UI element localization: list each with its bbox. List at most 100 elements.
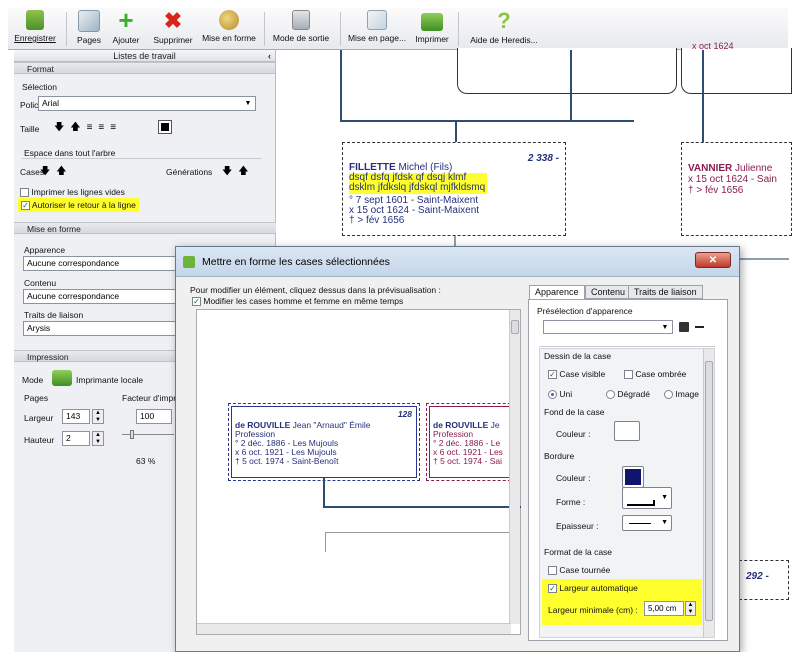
preset-select[interactable]: ▼ (543, 320, 673, 334)
fill-gradient-radio[interactable] (606, 390, 615, 400)
preview-vertical-scrollbar[interactable] (509, 310, 520, 624)
fill-solid-radio[interactable] (548, 390, 557, 400)
align-center-icon[interactable]: ≡ (98, 122, 110, 133)
format-section-header[interactable]: Format (14, 62, 275, 74)
preview-card-female[interactable]: de ROUVILLE Je Profession ° 2 déc. 1886 … (426, 403, 516, 481)
close-button[interactable]: ✕ (695, 252, 731, 268)
thickness-label: Epaisseur : (556, 521, 599, 531)
link-line (570, 50, 572, 120)
person-card[interactable]: 292 - (739, 560, 789, 600)
save-preset-icon[interactable] (679, 322, 689, 332)
format-button[interactable]: Mise en forme (200, 10, 258, 43)
wrap-lines-option[interactable]: ✓ Autoriser le retour à la ligne (18, 198, 139, 213)
fill-image-option[interactable]: Image (664, 389, 699, 400)
increase-size-icon[interactable]: 🡅 (70, 122, 86, 133)
width-stepper[interactable]: ▲ ▼ (92, 409, 104, 424)
shadow-box-checkbox[interactable] (624, 370, 633, 380)
page-setup-icon (367, 10, 387, 30)
rotated-box-option[interactable]: Case tournée (548, 565, 610, 576)
preview-area[interactable]: 128 de ROUVILLE Jean "Arnaud" Émile Prof… (196, 309, 521, 635)
visible-box-checkbox[interactable]: ✓ (548, 370, 557, 380)
increase-generations-icon[interactable]: 🡅 (238, 166, 254, 177)
print-empty-lines-checkbox[interactable] (20, 188, 29, 198)
print-mode-value[interactable]: Imprimante locale (76, 375, 143, 385)
height-input[interactable]: 2 (62, 431, 90, 446)
pages-button[interactable]: Pages (74, 10, 104, 45)
wrap-lines-checkbox[interactable]: ✓ (21, 201, 30, 211)
rotated-box-checkbox[interactable] (548, 566, 557, 576)
background-color-button[interactable] (614, 421, 640, 441)
tab-appearance[interactable]: Apparence (529, 285, 585, 300)
preview-card-male[interactable]: 128 de ROUVILLE Jean "Arnaud" Émile Prof… (228, 403, 420, 481)
tab-content[interactable]: Contenu (585, 285, 632, 299)
help-button[interactable]: ? Aide de Heredis... (464, 8, 544, 46)
tree-card[interactable]: x oct 1624 (681, 41, 792, 94)
print-button[interactable]: Imprimer (412, 10, 452, 44)
border-color-button[interactable] (622, 466, 644, 488)
min-width-input[interactable]: 5,00 cm (644, 601, 684, 616)
size-controls: 🡇🡅≡≡≡ (54, 120, 122, 137)
person-card-vannier[interactable]: VANNIER Julienne x 15 oct 1624 - Sain † … (681, 142, 792, 236)
auto-width-option[interactable]: ✓ Largeur automatique (548, 583, 638, 594)
link-line (323, 506, 521, 508)
options-vertical-scrollbar[interactable] (703, 349, 714, 637)
link-lines-label: Traits de liaison (24, 310, 84, 320)
visible-box-option[interactable]: ✓ Case visible (548, 369, 605, 380)
link-line (325, 532, 326, 552)
width-input[interactable]: 143 (62, 409, 90, 424)
help-icon: ? (497, 8, 511, 33)
panel-title: Listes de travail ‹ (14, 50, 275, 62)
zoom-slider-thumb[interactable] (130, 430, 134, 439)
appearance-label: Apparence (24, 245, 66, 255)
text-color-button[interactable] (158, 120, 172, 134)
save-button[interactable]: Enregistrer (12, 10, 58, 43)
dialog-title: Mettre en forme les cases sélectionnées (202, 256, 390, 268)
print-factor-label: Facteur d'impr (122, 393, 177, 403)
printer-icon (421, 13, 443, 31)
height-stepper[interactable]: ▲ ▼ (92, 431, 104, 446)
height-label: Hauteur (24, 435, 55, 445)
decrease-spacing-icon[interactable]: 🡇 (40, 166, 56, 177)
page-setup-button[interactable]: Mise en page... (346, 10, 408, 43)
link-line (455, 120, 457, 142)
font-select[interactable]: Arial ▼ (38, 96, 256, 111)
remove-preset-icon[interactable] (695, 326, 704, 328)
decrease-size-icon[interactable]: 🡇 (54, 122, 70, 133)
width-label: Largeur (24, 413, 54, 423)
thickness-select[interactable]: ▼ (622, 515, 672, 531)
modify-both-checkbox[interactable]: ✓ (192, 297, 201, 307)
decrease-generations-icon[interactable]: 🡇 (222, 166, 238, 177)
preview-horizontal-scrollbar[interactable] (197, 623, 511, 634)
link-line (340, 50, 342, 120)
generations-label: Générations (166, 167, 213, 177)
auto-width-checkbox[interactable]: ✓ (548, 584, 557, 594)
print-empty-lines-option[interactable]: Imprimer les lignes vides (20, 187, 125, 198)
increase-spacing-icon[interactable]: 🡅 (56, 166, 72, 177)
add-button[interactable]: + Ajouter (108, 7, 144, 45)
border-header: Bordure (544, 451, 575, 461)
printer-icon (52, 370, 72, 386)
tree-card[interactable] (457, 48, 677, 94)
collapse-panel-icon[interactable]: ‹ (268, 50, 271, 62)
min-width-stepper[interactable]: ▲ ▼ (685, 601, 696, 616)
print-factor-input[interactable]: 100 (136, 409, 172, 424)
chevron-down-icon: ▼ (661, 324, 669, 331)
align-left-icon[interactable]: ≡ (87, 122, 99, 133)
fill-gradient-option[interactable]: Dégradé (606, 389, 650, 400)
border-shape-select[interactable]: ▼ (622, 487, 672, 509)
generations-spacing-controls: 🡇🡅 (222, 164, 255, 181)
output-mode-button[interactable]: Mode de sortie (270, 10, 332, 43)
person-card-fillette[interactable]: 2 338 - FILLETTE Michel (Fils) dsqf dsfq… (342, 142, 566, 236)
align-right-icon[interactable]: ≡ (110, 122, 122, 133)
modify-both-option[interactable]: ✓ Modifier les cases homme et femme en m… (192, 296, 403, 307)
pages-label: Pages (24, 393, 49, 403)
preset-label: Présélection d'apparence (537, 306, 633, 316)
shadow-box-option[interactable]: Case ombrée (624, 369, 686, 380)
layout-section-header[interactable]: Mise en forme (14, 222, 276, 234)
delete-button[interactable]: ✖ Supprimer (148, 10, 198, 46)
marriage-line: x 15 oct 1624 - Sain (688, 174, 777, 185)
tab-link-lines[interactable]: Traits de liaison (628, 285, 703, 299)
link-line (702, 50, 704, 142)
fill-solid-option[interactable]: Uni (548, 389, 572, 400)
fill-image-radio[interactable] (664, 390, 673, 400)
